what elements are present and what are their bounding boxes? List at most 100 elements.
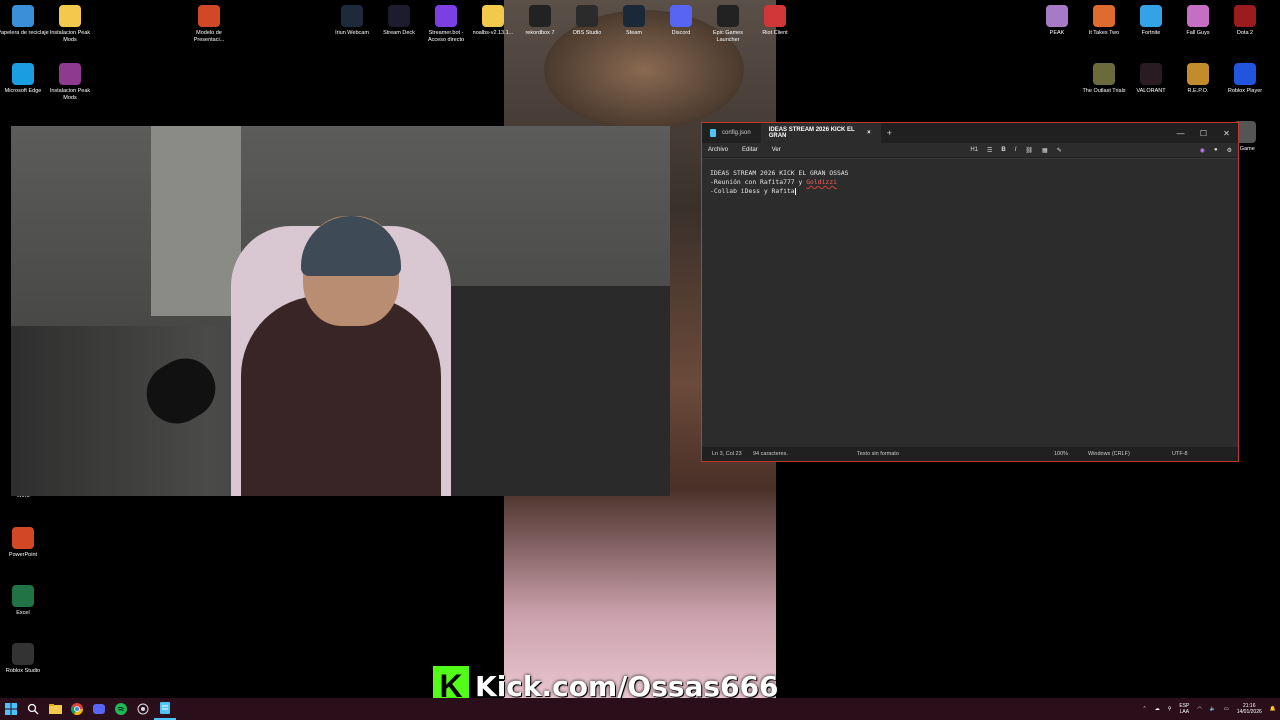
close-tab-icon[interactable]: × <box>867 130 871 136</box>
volume-icon[interactable]: 🔈 <box>1210 706 1216 712</box>
notepad-taskbar-icon[interactable] <box>154 698 176 720</box>
text-line-3: -Collab iDess y Rafita <box>710 187 796 195</box>
chatgpt-icon[interactable] <box>132 698 154 720</box>
desktop-icon-rekordbox[interactable]: rekordbox 7 <box>513 5 567 37</box>
close-button[interactable]: ✕ <box>1215 129 1238 138</box>
file-icon <box>710 129 716 137</box>
chrome-icon[interactable] <box>66 698 88 720</box>
desktop-icon-repo[interactable]: R.E.P.O. <box>1171 63 1225 95</box>
tab-config-json[interactable]: config.json <box>702 123 761 143</box>
encoding[interactable]: UTF-8 <box>1172 451 1188 457</box>
desktop-icon-label: Streamer.bot - Acceso directo <box>427 30 465 43</box>
desktop-icon-streamerbot[interactable]: Streamer.bot - Acceso directo <box>419 5 473 43</box>
char-count: 94 caracteres. <box>753 451 788 457</box>
link-icon[interactable]: ⛓ <box>1025 147 1033 154</box>
zoom-level[interactable]: 100% <box>1054 451 1068 457</box>
windows-start-icon[interactable] <box>0 698 22 720</box>
notepad-menubar: Archivo Editar Ver H1 ☰ B I ⛓ ▦ ✎ ◉ ● ⚙ <box>702 143 1238 157</box>
desktop-icon-dota2[interactable]: Dota 2 <box>1218 5 1272 37</box>
desktop-icon-label: Fall Guys <box>1186 30 1210 36</box>
account-icon[interactable]: ● <box>1214 147 1218 153</box>
discord-taskbar-icon[interactable] <box>88 698 110 720</box>
desktop-icon-excel[interactable]: Excel <box>0 585 50 617</box>
desktop-icon-obs[interactable]: OBS Studio <box>560 5 614 37</box>
chevron-up-icon[interactable]: ⌃ <box>1143 706 1147 712</box>
fortnite-icon <box>1140 5 1162 27</box>
desktop-icon-epic-games[interactable]: Epic Games Launcher <box>701 5 755 43</box>
list-icon[interactable]: ☰ <box>987 147 992 154</box>
kick-banner: K Kick.com/Ossas666 <box>433 665 779 698</box>
menu-archivo[interactable]: Archivo <box>708 147 728 153</box>
notepad-window[interactable]: config.json IDEAS STREAM 2026 KICK EL GR… <box>701 122 1239 462</box>
kick-url: Kick.com/Ossas666 <box>475 669 779 699</box>
powerpoint-icon <box>198 5 220 27</box>
recycle-bin-icon <box>12 5 34 27</box>
desktop-icon-label: OBS Studio <box>572 30 602 36</box>
spotify-icon[interactable] <box>110 698 132 720</box>
desktop-icon-discord[interactable]: Discord <box>654 5 708 37</box>
notepad-titlebar[interactable]: config.json IDEAS STREAM 2026 KICK EL GR… <box>702 123 1238 143</box>
notepad-statusbar: Ln 3, Col 23 94 caracteres. Texto sin fo… <box>702 447 1238 461</box>
tab-ideas-stream[interactable]: IDEAS STREAM 2026 KICK EL GRAN × <box>760 123 881 143</box>
desktop-icon-outlast[interactable]: The Outlast Trials <box>1077 63 1131 95</box>
riot-icon <box>764 5 786 27</box>
text-format[interactable]: Texto sin formato <box>857 451 899 457</box>
desktop-icon-label: Riot Client <box>762 30 788 36</box>
notepad-editor[interactable]: IDEAS STREAM 2026 KICK EL GRAN OSSAS -Re… <box>702 158 1238 448</box>
desktop-icon-fortnite[interactable]: Fortnite <box>1124 5 1178 37</box>
italic-button[interactable]: I <box>1015 147 1017 153</box>
wifi-icon[interactable]: ◠ <box>1197 706 1201 712</box>
settings-gear-icon[interactable]: ⚙ <box>1227 147 1232 154</box>
desktop-icon-label: Dota 2 <box>1236 30 1254 36</box>
desktop-icon-label: The Outlast Trials <box>1082 88 1126 94</box>
it-takes-two-icon <box>1093 5 1115 27</box>
maximize-button[interactable]: ☐ <box>1192 129 1215 138</box>
desktop-icon-folder[interactable]: noalbs-v2.13.1... <box>466 5 520 37</box>
powerpoint-icon <box>12 527 34 549</box>
language-indicator[interactable]: ESP LAA <box>1179 703 1189 715</box>
menu-ver[interactable]: Ver <box>772 147 781 153</box>
bold-button[interactable]: B <box>1001 147 1005 153</box>
copilot-icon[interactable]: ◉ <box>1200 147 1205 154</box>
table-icon[interactable]: ▦ <box>1042 147 1048 154</box>
file-explorer-icon[interactable] <box>44 698 66 720</box>
menu-editar[interactable]: Editar <box>742 147 758 153</box>
cloud-icon[interactable]: ☁ <box>1155 706 1160 712</box>
heading-button[interactable]: H1 <box>970 147 978 153</box>
fall-guys-icon <box>1187 5 1209 27</box>
new-tab-button[interactable]: + <box>887 128 892 138</box>
winrar-icon <box>59 63 81 85</box>
desktop-icon-folder[interactable]: Instalacion Peak Mods <box>43 5 97 43</box>
desktop-icon-steam[interactable]: Steam <box>607 5 661 37</box>
streamerbot-icon <box>435 5 457 27</box>
folder-icon <box>482 5 504 27</box>
desktop-icon-powerpoint[interactable]: Modelo de Presentaci... <box>182 5 236 43</box>
desktop-icon-roblox-studio[interactable]: Roblox Studio <box>0 643 50 675</box>
clear-format-icon[interactable]: ✎ <box>1057 147 1062 154</box>
desktop-icon-label: noalbs-v2.13.1... <box>472 30 514 36</box>
clock[interactable]: 21:16 14/01/2026 <box>1237 703 1262 715</box>
spellcheck-error: Goldizzi <box>806 178 837 186</box>
desktop-icon-webcam[interactable]: Iriun Webcam <box>325 5 379 37</box>
desktop-icon-peak[interactable]: PEAK <box>1030 5 1084 37</box>
desktop-icon-winrar[interactable]: Instalacion Peak Mods <box>43 63 97 101</box>
webcam-overlay <box>11 126 670 496</box>
desktop-icon-valorant[interactable]: VALORANT <box>1124 63 1178 95</box>
desktop-icon-label: Discord <box>671 30 691 36</box>
minimize-button[interactable]: — <box>1169 129 1192 138</box>
desktop-icon-riot[interactable]: Riot Client <box>748 5 802 37</box>
desktop-icon-it-takes-two[interactable]: It Takes Two <box>1077 5 1131 37</box>
desktop-icon-stream-deck[interactable]: Stream Deck <box>372 5 426 37</box>
battery-icon[interactable]: ▭ <box>1224 706 1229 712</box>
text-line-1: IDEAS STREAM 2026 KICK EL GRAN OSSAS <box>710 169 849 177</box>
desktop-icon-roblox[interactable]: Roblox Player <box>1218 63 1272 95</box>
search-icon[interactable] <box>22 698 44 720</box>
location-icon[interactable]: ⚲ <box>1168 706 1172 712</box>
desktop-icon-powerpoint[interactable]: PowerPoint <box>0 527 50 559</box>
line-ending[interactable]: Windows (CRLF) <box>1088 451 1130 457</box>
notifications-icon[interactable]: 🔔 <box>1270 706 1276 712</box>
epic-games-icon <box>717 5 739 27</box>
stream-deck-icon <box>388 5 410 27</box>
desktop-icon-fall-guys[interactable]: Fall Guys <box>1171 5 1225 37</box>
excel-icon <box>12 585 34 607</box>
